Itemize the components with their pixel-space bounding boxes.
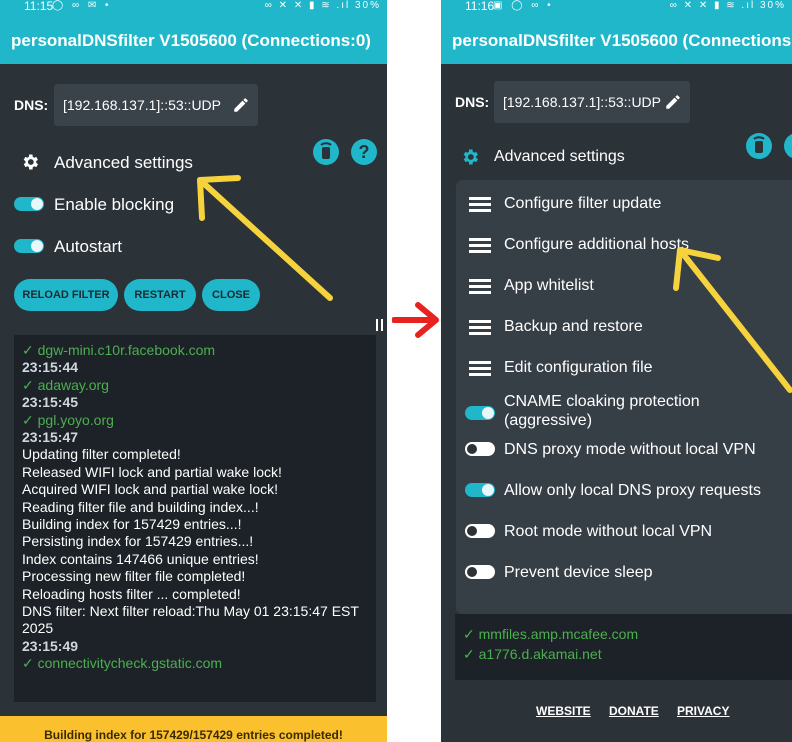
log-panel[interactable]: ✓ mmfiles.amp.mcafee.com ✓ a1776.d.akamai… bbox=[455, 614, 792, 680]
gear-icon bbox=[23, 154, 38, 170]
log-line: Updating filter completed! bbox=[22, 446, 181, 463]
app-title: personalDNSfilter V1505600 (Connections:… bbox=[452, 31, 792, 50]
log-line: DNS filter: Next filter reload:Thu May 0… bbox=[22, 603, 359, 619]
menu-item-label: Edit configuration file bbox=[504, 359, 653, 376]
log-line: 23:15:49 bbox=[22, 637, 79, 654]
log-line: Released WIFI lock and partial wake lock… bbox=[22, 463, 282, 480]
privacy-link[interactable]: PRIVACY bbox=[677, 704, 729, 718]
enable-blocking-label: Enable blocking bbox=[54, 195, 175, 214]
battery-level: 30% bbox=[354, 0, 381, 11]
switch-icon[interactable] bbox=[465, 565, 495, 579]
log-line: ✓ pgl.yoyo.org bbox=[22, 411, 114, 428]
autostart-label: Autostart bbox=[54, 237, 123, 256]
menu-item-label: Prevent device sleep bbox=[504, 564, 653, 581]
log-line: ✓ connectivitycheck.gstatic.com bbox=[22, 655, 223, 672]
log-line: Processing new filter file completed! bbox=[22, 568, 246, 585]
menu-switch-off[interactable]: Root mode without local VPN bbox=[456, 511, 792, 551]
autostart-switch[interactable] bbox=[14, 239, 44, 253]
scroll-handle-icon[interactable] bbox=[376, 318, 384, 331]
restart-button[interactable]: RESTART bbox=[124, 279, 196, 311]
dns-value: [192.168.137.1]::53::UDP bbox=[503, 94, 661, 110]
dns-label: DNS: bbox=[455, 94, 490, 110]
status-time: 11:15 bbox=[24, 0, 54, 13]
menu-switch-off[interactable]: Prevent device sleep bbox=[456, 552, 792, 592]
menu-item-label-line2: (aggressive) bbox=[504, 412, 593, 429]
red-transition-arrow bbox=[392, 302, 439, 338]
log-line: 23:15:44 bbox=[22, 359, 79, 376]
switch-icon[interactable] bbox=[465, 406, 495, 420]
switch-icon[interactable] bbox=[465, 524, 495, 538]
log-line: 2025 bbox=[22, 620, 54, 637]
reload-filter-button[interactable]: RELOAD FILTER bbox=[14, 279, 118, 311]
menu-switch-on[interactable]: Allow only local DNS proxy requests bbox=[456, 470, 792, 510]
dns-label: DNS: bbox=[14, 97, 49, 113]
dns-field[interactable]: [192.168.137.1]::53::UDP bbox=[494, 81, 690, 123]
donate-link[interactable]: DONATE bbox=[609, 704, 659, 718]
remote-icon[interactable] bbox=[746, 133, 772, 159]
app-bar: personalDNSfilter V1505600 (Connections:… bbox=[441, 14, 792, 64]
menu-item-label: DNS proxy mode without local VPN bbox=[504, 441, 756, 458]
dns-field[interactable]: [192.168.137.1]::53::UDP bbox=[54, 84, 258, 126]
menu-lines-icon bbox=[469, 238, 491, 253]
switch-icon[interactable] bbox=[465, 442, 495, 456]
menu-lines-icon bbox=[469, 361, 491, 376]
log-line: 23:15:45 bbox=[22, 394, 79, 411]
log-line: ✓ adaway.org bbox=[22, 376, 109, 393]
advanced-settings-toggle[interactable]: Advanced settings bbox=[494, 148, 625, 166]
log-line: Building index for 157429 entries...! bbox=[22, 516, 242, 532]
website-link[interactable]: WEBSITE bbox=[536, 704, 591, 718]
status-system-icon-glyphs: ∞ ✕ ✕ ▮ ≋ .ıl bbox=[669, 0, 756, 11]
gear-icon bbox=[463, 149, 478, 165]
app-bar: personalDNSfilter V1505600 (Connections:… bbox=[0, 14, 387, 64]
status-bar: 11:16 ▣ ◯ ∞ • ∞ ✕ ✕ ▮ ≋ .ıl 30% bbox=[441, 0, 792, 14]
menu-item-label: Configure additional hosts bbox=[504, 236, 690, 253]
status-system-icons: ∞ ✕ ✕ ▮ ≋ .ıl 30% bbox=[265, 0, 381, 12]
menu-lines-icon bbox=[469, 197, 491, 212]
menu-switch-off[interactable]: DNS proxy mode without local VPN bbox=[456, 429, 792, 469]
yellow-pointer-arrow-right bbox=[673, 247, 792, 393]
log-line: ✓ mmfiles.amp.mcafee.com bbox=[463, 626, 639, 642]
advanced-settings-toggle[interactable]: Advanced settings bbox=[54, 153, 193, 173]
help-icon[interactable]: ? bbox=[784, 133, 792, 159]
menu-item-label: Backup and restore bbox=[504, 318, 643, 335]
status-message-bar: Building index for 157429/157429 entries… bbox=[0, 716, 387, 742]
log-line: 23:15:47 bbox=[22, 429, 79, 445]
menu-item-label: Configure filter update bbox=[504, 195, 662, 212]
status-system-icons: ∞ ✕ ✕ ▮ ≋ .ıl 30% bbox=[670, 0, 786, 12]
battery-level: 30% bbox=[759, 0, 786, 11]
edit-pencil-icon[interactable] bbox=[664, 93, 682, 111]
app-title: personalDNSfilter V1505600 (Connections:… bbox=[11, 31, 371, 50]
log-line: Index contains 147466 unique entries! bbox=[22, 550, 259, 567]
left-phone-screen: 11:15 ◯ ∞ ✉ • ∞ ✕ ✕ ▮ ≋ .ıl 30% personal… bbox=[0, 0, 387, 742]
menu-item-label: Root mode without local VPN bbox=[504, 523, 713, 540]
status-notification-icons: ▣ ◯ ∞ • bbox=[493, 0, 554, 11]
status-bar: 11:15 ◯ ∞ ✉ • ∞ ✕ ✕ ▮ ≋ .ıl 30% bbox=[0, 0, 387, 14]
log-line: ✓ a1776.d.akamai.net bbox=[463, 646, 602, 662]
menu-item[interactable]: Configure filter update bbox=[456, 183, 792, 223]
log-line: Reading filter file and building index..… bbox=[22, 498, 259, 515]
edit-pencil-icon[interactable] bbox=[232, 96, 250, 114]
log-line: Persisting index for 157429 entries...! bbox=[22, 533, 254, 550]
menu-item-label: Allow only local DNS proxy requests bbox=[504, 482, 761, 499]
menu-item-label: App whitelist bbox=[504, 277, 594, 294]
help-icon[interactable]: ? bbox=[351, 139, 377, 165]
menu-lines-icon bbox=[469, 279, 491, 294]
log-line: ✓ dgw-mini.c10r.facebook.com bbox=[22, 342, 216, 358]
log-line: Acquired WIFI lock and partial wake lock… bbox=[22, 481, 278, 498]
status-time: 11:16 bbox=[465, 0, 495, 13]
yellow-pointer-arrow-left bbox=[197, 175, 333, 301]
status-system-icon-glyphs: ∞ ✕ ✕ ▮ ≋ .ıl bbox=[264, 0, 351, 11]
remote-icon[interactable] bbox=[313, 139, 339, 165]
log-line: Reloading hosts filter ... completed! bbox=[22, 585, 241, 602]
log-panel[interactable]: ✓ dgw-mini.c10r.facebook.com 23:15:44 ✓ ad… bbox=[14, 335, 376, 702]
switch-icon[interactable] bbox=[465, 483, 495, 497]
dns-value: [192.168.137.1]::53::UDP bbox=[63, 97, 221, 113]
menu-lines-icon bbox=[469, 320, 491, 335]
status-notification-icons: ◯ ∞ ✉ • bbox=[52, 0, 112, 11]
enable-blocking-switch[interactable] bbox=[14, 197, 44, 211]
